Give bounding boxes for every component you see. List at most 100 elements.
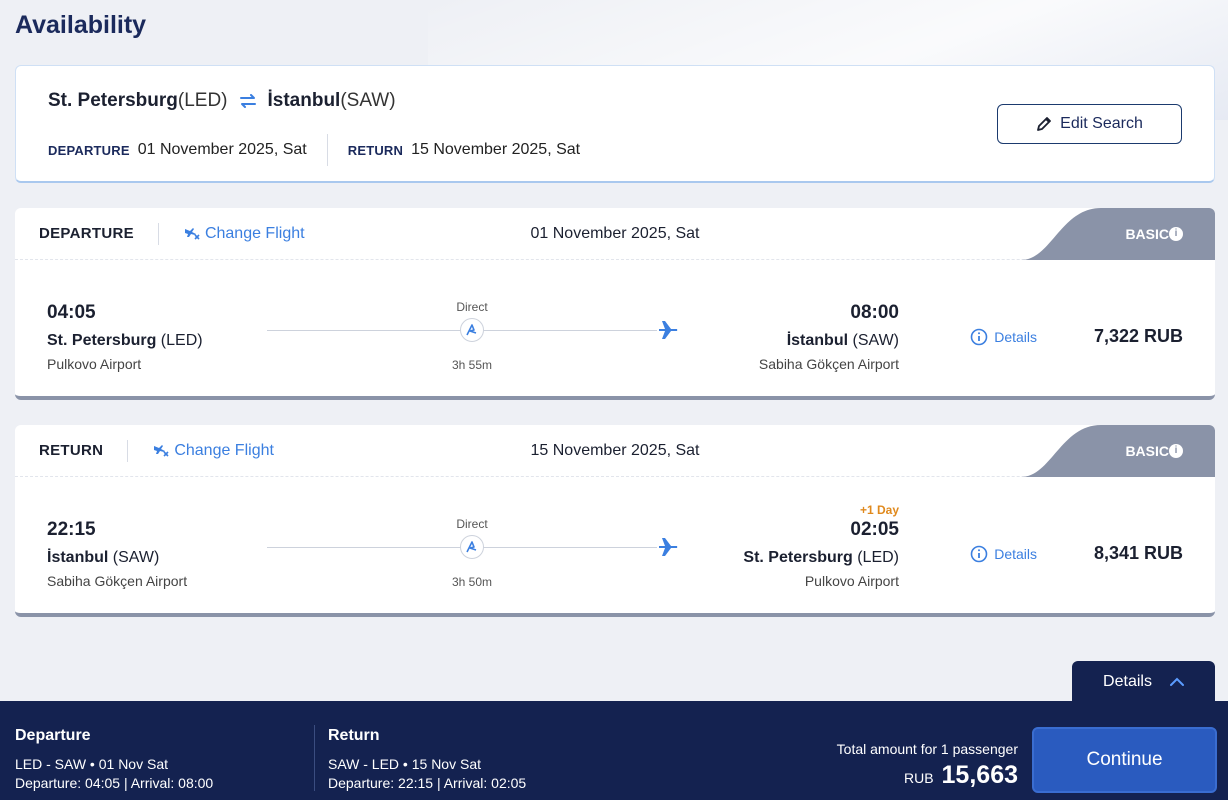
arrival-airport: Sabiha Gökçen Airport [758, 356, 899, 372]
header-divider [127, 439, 129, 462]
dest-code: (SAW) [340, 90, 396, 111]
flight-card-header: DEPARTURE Change Flight 01 November 2025… [15, 208, 1215, 260]
arrival-info: +1 Day 02:05 St. Petersburg (LED) Pulkov… [743, 503, 899, 589]
summary-return: Return SAW - LED • 15 Nov Sat Departure:… [328, 727, 526, 793]
continue-button[interactable]: Continue [1032, 727, 1217, 793]
summary-departure-times: Departure: 04:05 | Arrival: 08:00 [15, 775, 214, 791]
arrival-info: 08:00 İstanbul (SAW) Sabiha Gökçen Airpo… [759, 302, 899, 372]
flight-price: 7,322 RUB [1093, 326, 1183, 346]
arrival-city: İstanbul [786, 332, 849, 349]
flight-card-departure: DEPARTURE Change Flight 01 November 2025… [15, 208, 1215, 400]
flight-type-label: RETURN [39, 442, 104, 459]
stops-label: Direct [456, 517, 488, 531]
flight-price: 8,341 RUB [1093, 543, 1183, 563]
header-divider [157, 222, 159, 245]
departure-place: İstanbul (SAW) [47, 549, 187, 567]
pencil-icon [1037, 117, 1052, 131]
edit-search-label: Edit Search [1060, 115, 1143, 132]
departure-info: 22:15 İstanbul (SAW) Sabiha Gökçen Airpo… [47, 519, 187, 589]
arrival-place: İstanbul (SAW) [759, 332, 899, 350]
departure-airport: Sabiha Gökçen Airport [47, 573, 188, 589]
swap-arrows-icon [238, 94, 258, 108]
origin-code: (LED) [177, 90, 228, 111]
total-amount-label: Total amount for 1 passenger [836, 741, 1018, 757]
arrival-code: (LED) [852, 549, 899, 566]
total-currency: RUB [903, 770, 934, 786]
departure-airport: Pulkovo Airport [47, 356, 142, 372]
booking-summary-bar: Departure LED - SAW • 01 Nov Sat Departu… [0, 701, 1228, 800]
edit-search-button[interactable]: Edit Search [997, 104, 1182, 144]
summary-departure-route: LED - SAW • 01 Nov Sat [15, 756, 168, 772]
change-flight-label: Change Flight [204, 224, 305, 242]
route-line: Direct 3h 55m [267, 300, 682, 380]
departure-city: İstanbul [47, 549, 109, 566]
departure-time: 04:05 [47, 302, 96, 323]
change-flight-label: Change Flight [174, 441, 274, 459]
dest-city: İstanbul [267, 90, 341, 111]
origin-city: St. Petersburg [48, 90, 178, 111]
details-label: Details [994, 546, 1037, 562]
change-flight-link[interactable]: Change Flight [183, 225, 305, 243]
flight-card-return: RETURN Change Flight 15 November 2025, S… [15, 425, 1215, 617]
fare-badge[interactable]: BASIC i [1021, 208, 1215, 260]
departure-code: (LED) [156, 332, 203, 349]
departure-place: St. Petersburg (LED) [47, 332, 203, 350]
summary-return-title: Return [328, 727, 380, 744]
return-date-label: RETURN [347, 142, 404, 158]
flight-card-body: 04:05 St. Petersburg (LED) Pulkovo Airpo… [15, 260, 1215, 396]
flight-card-header: RETURN Change Flight 15 November 2025, S… [15, 425, 1215, 477]
info-circle-icon [970, 328, 988, 346]
departure-code: (SAW) [108, 549, 160, 566]
page-title: Availability [15, 11, 147, 39]
route-summary: St. Petersburg (LED) İstanbul (SAW) [48, 90, 396, 112]
summary-departure-title: Departure [15, 727, 91, 744]
search-dates: DEPARTURE 01 November 2025, Sat RETURN 1… [48, 134, 580, 166]
departure-date-label: DEPARTURE [48, 142, 130, 158]
total-value: 15,663 [941, 761, 1018, 789]
flight-details-link[interactable]: Details [970, 545, 1037, 563]
airline-logo-icon [460, 318, 484, 342]
airline-logo-icon [460, 535, 484, 559]
departure-info: 04:05 St. Petersburg (LED) Pulkovo Airpo… [47, 302, 203, 372]
info-circle-icon [970, 545, 988, 563]
route-line: Direct 3h 50m [267, 517, 682, 597]
summary-details-toggle[interactable]: Details [1072, 661, 1215, 702]
departure-city: St. Petersburg [47, 332, 157, 349]
arrival-place: St. Petersburg (LED) [743, 549, 899, 567]
return-date-value: 15 November 2025, Sat [411, 141, 581, 158]
arrival-airport: Pulkovo Airport [804, 573, 899, 589]
departure-date-value: 01 November 2025, Sat [137, 141, 307, 158]
search-summary-card: St. Petersburg (LED) İstanbul (SAW) DEPART… [15, 65, 1215, 183]
fare-name: BASIC [1125, 226, 1169, 242]
plane-swap-icon [154, 444, 169, 457]
plus-day-badge: +1 Day [859, 503, 899, 517]
arrival-city: St. Petersburg [743, 549, 853, 566]
flight-type-label: DEPARTURE [39, 225, 134, 242]
summary-divider [314, 725, 315, 791]
plane-icon [659, 538, 678, 556]
plane-icon [659, 321, 678, 339]
plane-swap-icon [184, 227, 200, 240]
fare-info-icon[interactable]: i [1169, 227, 1183, 241]
details-label: Details [994, 329, 1037, 345]
arrival-code: (SAW) [848, 332, 899, 349]
flight-duration: 3h 55m [451, 358, 493, 372]
arrival-time: 02:05 [850, 519, 899, 540]
summary-return-route: SAW - LED • 15 Nov Sat [328, 756, 481, 772]
summary-details-label: Details [1103, 672, 1152, 690]
arrival-time: 08:00 [850, 302, 899, 323]
flight-details-link[interactable]: Details [970, 328, 1037, 346]
dates-divider [326, 134, 328, 166]
total-amount: RUB 15,663 [904, 761, 1018, 790]
change-flight-link[interactable]: Change Flight [152, 442, 274, 460]
summary-return-times: Departure: 22:15 | Arrival: 02:05 [328, 775, 527, 791]
flight-card-body: 22:15 İstanbul (SAW) Sabiha Gökçen Airpo… [15, 477, 1215, 613]
departure-time: 22:15 [47, 519, 96, 540]
stops-label: Direct [456, 300, 488, 314]
summary-departure: Departure LED - SAW • 01 Nov Sat Departu… [15, 727, 213, 793]
chevron-up-icon [1169, 677, 1184, 686]
fare-info-icon[interactable]: i [1169, 444, 1183, 458]
fare-badge[interactable]: BASIC i [1021, 425, 1215, 477]
flight-duration: 3h 50m [451, 575, 493, 589]
fare-name: BASIC [1125, 443, 1169, 459]
